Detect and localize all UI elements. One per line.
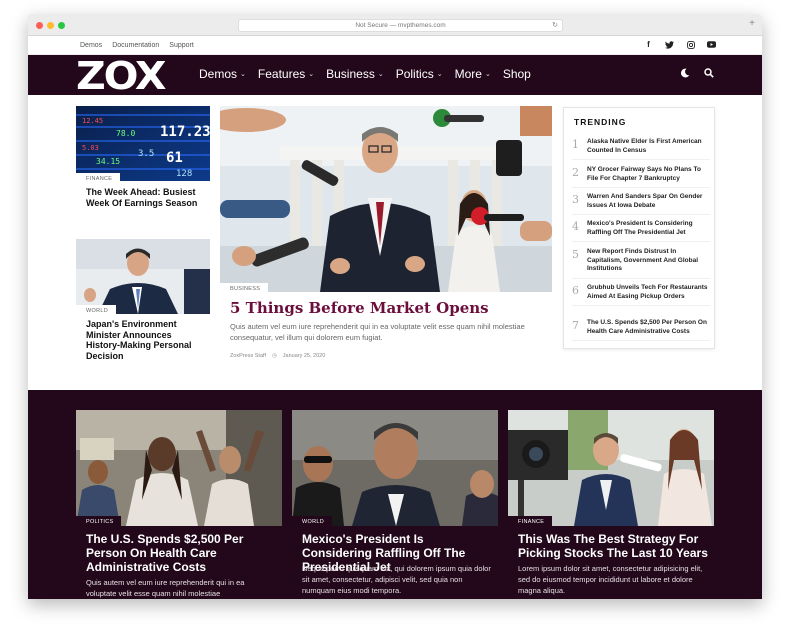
- story-thumbnail-stocks[interactable]: 12.45 5.03 78.0 34.15 117.23 61 3.5 128: [76, 106, 210, 181]
- bottom-section: POLITICS The U.S. Spends $2,500 Per Pers…: [28, 390, 762, 599]
- moon-icon[interactable]: [680, 68, 690, 81]
- svg-text:117.23: 117.23: [160, 124, 210, 140]
- card-headline[interactable]: This Was The Best Strategy For Picking S…: [518, 532, 708, 560]
- trending-item[interactable]: 7 The U.S. Spends $2,500 Per Person On He…: [572, 319, 710, 341]
- story-headline[interactable]: Japan's Environment Minister Announces H…: [86, 319, 204, 361]
- story-headline[interactable]: The Week Ahead: Busiest Week Of Earnings…: [86, 187, 206, 208]
- chevron-down-icon: ⌄: [436, 71, 443, 78]
- browser-window: Not Secure — mvpthemes.com ↻ + Demos Doc…: [28, 14, 762, 599]
- card-headline[interactable]: The U.S. Spends $2,500 Per Person On Hea…: [86, 532, 276, 574]
- category-label[interactable]: POLITICS: [76, 516, 122, 527]
- menu-item-features[interactable]: Features ⌄: [258, 67, 314, 81]
- trending-heading: TRENDING: [574, 117, 627, 127]
- svg-text:3.5: 3.5: [138, 149, 154, 159]
- browser-chrome: Not Secure — mvpthemes.com ↻ +: [28, 14, 762, 36]
- trending-number: 5: [572, 248, 579, 261]
- facebook-icon[interactable]: f: [644, 40, 653, 49]
- category-label[interactable]: WORLD: [76, 305, 116, 316]
- trending-item[interactable]: 2 NY Grocer Fairway Says No Plans To File…: [572, 166, 710, 188]
- instagram-icon[interactable]: [686, 40, 695, 49]
- publish-date: January 25, 2020: [282, 353, 326, 359]
- twitter-icon[interactable]: [665, 40, 674, 49]
- trending-number: 2: [572, 166, 579, 179]
- featured-headline[interactable]: 5 Things Before Market Opens: [230, 299, 489, 317]
- address-text: Not Secure — mvpthemes.com: [355, 22, 446, 29]
- category-label[interactable]: FINANCE: [76, 173, 121, 184]
- top-bar: Demos Documentation Support f: [28, 36, 762, 55]
- main-menu: Demos ⌄ Features ⌄ Business ⌄ Politics ⌄ Mor…: [199, 67, 531, 81]
- trending-number: 6: [572, 284, 579, 297]
- youtube-icon[interactable]: [707, 40, 716, 49]
- trending-number: 7: [572, 319, 579, 332]
- minimize-window-button[interactable]: [47, 22, 54, 29]
- maximize-window-button[interactable]: [58, 22, 65, 29]
- trending-title[interactable]: Warren And Sanders Spar On Gender Issues…: [587, 193, 710, 210]
- menu-item-politics[interactable]: Politics ⌄: [396, 67, 443, 81]
- svg-text:78.0: 78.0: [116, 129, 135, 138]
- svg-text:61: 61: [166, 150, 183, 166]
- category-label[interactable]: FINANCE: [508, 516, 553, 527]
- svg-text:5.03: 5.03: [82, 144, 99, 152]
- trending-widget: TRENDING 1 Alaska Native Elder Is First A…: [563, 107, 715, 349]
- main-content: 12.45 5.03 78.0 34.15 117.23 61 3.5 128 FINA…: [28, 95, 762, 390]
- trending-title[interactable]: Alaska Native Elder Is First American Co…: [587, 138, 710, 155]
- reload-icon[interactable]: ↻: [552, 20, 558, 32]
- main-navbar: ZOX Demos ⌄ Features ⌄ Business ⌄ Politics ⌄…: [28, 55, 762, 95]
- trending-title[interactable]: The U.S. Spends $2,500 Per Person On Hea…: [587, 319, 710, 336]
- clock-icon: ◷: [271, 353, 277, 359]
- category-label[interactable]: WORLD: [292, 516, 332, 527]
- svg-text:128: 128: [176, 169, 192, 179]
- trending-title[interactable]: New Report Finds Distrust In Capitalism,…: [587, 248, 710, 274]
- story-thumbnail-minister[interactable]: [76, 239, 210, 314]
- chevron-down-icon: ⌄: [308, 71, 315, 78]
- trending-item[interactable]: 3 Warren And Sanders Spar On Gender Issue…: [572, 193, 710, 215]
- chevron-down-icon: ⌄: [377, 71, 384, 78]
- featured-excerpt: Quis autem vel eum iure reprehenderit qu…: [230, 322, 525, 342]
- svg-text:12.45: 12.45: [82, 117, 103, 125]
- trending-title[interactable]: Grubhub Unveils Tech For Restaurants Aim…: [587, 284, 710, 301]
- card-image-president[interactable]: [292, 410, 498, 526]
- card-excerpt: Neque porro quisquam est, qui dolorem ip…: [302, 564, 491, 595]
- featured-image[interactable]: [220, 106, 552, 292]
- menu-item-shop[interactable]: Shop: [503, 67, 531, 81]
- card-excerpt: Quis autem vel eum iure reprehenderit qu…: [86, 578, 245, 598]
- featured-meta: ZoxPress Staff ◷ January 25, 2020: [230, 353, 325, 359]
- chevron-down-icon: ⌄: [484, 71, 491, 78]
- address-bar[interactable]: Not Secure — mvpthemes.com ↻: [238, 19, 563, 32]
- svg-text:34.15: 34.15: [96, 157, 120, 166]
- author-name[interactable]: ZoxPress Staff: [230, 353, 266, 359]
- trending-number: 4: [572, 220, 579, 233]
- trending-item[interactable]: 5 New Report Finds Distrust In Capitalism…: [572, 248, 710, 278]
- card-image-protest[interactable]: [76, 410, 282, 526]
- card-image-interview[interactable]: [508, 410, 714, 526]
- menu-item-more[interactable]: More ⌄: [455, 67, 491, 81]
- topbar-link-support[interactable]: Support: [169, 42, 194, 49]
- search-icon[interactable]: [704, 68, 714, 81]
- trending-title[interactable]: NY Grocer Fairway Says No Plans To File …: [587, 166, 710, 183]
- card-excerpt: Lorem ipsum dolor sit amet, consectetur …: [518, 564, 703, 595]
- trending-item[interactable]: 6 Grubhub Unveils Tech For Restaurants Ai…: [572, 284, 710, 306]
- trending-item[interactable]: 4 Mexico's President Is Considering Raffl…: [572, 220, 710, 242]
- menu-item-demos[interactable]: Demos ⌄: [199, 67, 246, 81]
- topbar-link-demos[interactable]: Demos: [80, 42, 102, 49]
- trending-item[interactable]: 1 Alaska Native Elder Is First American C…: [572, 138, 710, 160]
- trending-number: 1: [572, 138, 579, 151]
- trending-number: 3: [572, 193, 579, 206]
- category-label[interactable]: BUSINESS: [220, 283, 269, 294]
- chevron-down-icon: ⌄: [240, 71, 246, 78]
- social-links: f: [644, 40, 716, 49]
- new-tab-icon[interactable]: +: [746, 18, 758, 30]
- site-logo[interactable]: ZOX: [76, 57, 167, 95]
- close-window-button[interactable]: [36, 22, 43, 29]
- trending-title[interactable]: Mexico's President Is Considering Raffli…: [587, 220, 710, 237]
- topbar-link-documentation[interactable]: Documentation: [112, 42, 159, 49]
- menu-item-business[interactable]: Business ⌄: [326, 67, 384, 81]
